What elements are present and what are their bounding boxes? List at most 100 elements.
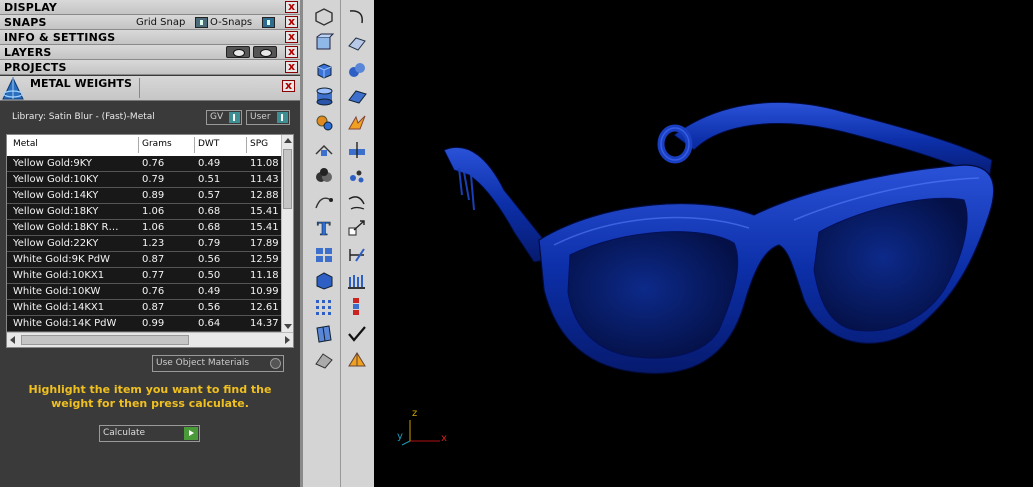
section-layers-title: LAYERS [4,46,52,59]
array-icon[interactable] [311,243,337,265]
grid-array-icon[interactable] [311,295,337,317]
metal-table[interactable]: Metal Grams DWT SPG Yellow Gold:9KY 0.76 0… [6,134,294,348]
spg-cell: 10.99 [250,286,279,297]
section-display-title: DISPLAY [4,1,58,14]
vertical-scrollbar[interactable] [281,135,293,332]
mesh-icon[interactable] [311,348,337,370]
spg-cell: 17.89 [250,238,279,249]
table-row[interactable]: Yellow Gold:18KY 1.06 0.68 15.41 [7,204,283,220]
table-row[interactable]: Yellow Gold:9KY 0.76 0.49 11.08 [7,156,283,172]
surface-icon[interactable] [344,32,370,54]
vertical-scroll-thumb[interactable] [283,149,292,209]
column-header-metal[interactable]: Metal [13,139,38,149]
metal-cell: White Gold:14K PdW [13,318,117,329]
column-header-dwt[interactable]: DWT [198,139,219,149]
column-header-spg[interactable]: SPG [250,139,268,149]
table-row[interactable]: Yellow Gold:10KY 0.79 0.51 11.43 [7,172,283,188]
table-row[interactable]: Yellow Gold:22KY 1.23 0.79 17.89 [7,236,283,252]
section-display[interactable]: DISPLAY x [0,0,300,15]
metal-cell: Yellow Gold:9KY [13,158,92,169]
table-row[interactable]: White Gold:10KW 0.76 0.49 10.99 [7,284,283,300]
horizontal-scroll-thumb[interactable] [21,335,189,345]
text-icon[interactable]: T [311,216,337,241]
dwt-cell: 0.56 [198,254,221,265]
sphere-group-icon[interactable] [344,59,370,81]
close-icon[interactable]: x [285,1,298,13]
stack-icon[interactable] [344,295,370,317]
header-divider [139,78,140,98]
grams-cell: 0.89 [142,190,165,201]
user-check-icon [277,112,288,123]
3d-viewport[interactable]: x y z [374,0,1033,487]
gv-label: GV [210,112,224,122]
solid-icon[interactable] [311,269,337,291]
table-row[interactable]: White Gold:10KX1 0.77 0.50 11.18 [7,268,283,284]
spark-icon[interactable] [344,111,370,133]
gv-toggle[interactable]: GV [206,110,242,125]
scale-icon[interactable] [344,216,370,238]
close-icon[interactable]: x [282,80,295,92]
scroll-left-icon[interactable] [10,336,15,344]
table-body: Yellow Gold:9KY 0.76 0.49 11.08 Yellow Gold:… [7,156,283,332]
boolean-icon[interactable] [311,164,337,186]
table-row[interactable]: White Gold:14K PdW 0.99 0.64 14.37 [7,316,283,332]
bar-chart-icon[interactable] [344,269,370,291]
toolbar-divider [340,0,341,487]
close-icon[interactable]: x [285,31,298,43]
curve-icon[interactable] [344,6,370,28]
table-row[interactable]: White Gold:9K PdW 0.87 0.56 12.59 [7,252,283,268]
metal-cell: White Gold:14KX1 [13,302,105,313]
polygon-icon[interactable] [311,6,337,28]
dwt-cell: 0.57 [198,190,221,201]
spg-cell: 11.43 [250,174,279,185]
metal-cell: Yellow Gold:14KY [13,190,99,201]
measure-icon[interactable] [344,243,370,265]
section-layers[interactable]: LAYERS x [0,45,300,60]
plane-icon[interactable] [344,85,370,107]
metal-weights-logo-icon [2,76,24,100]
arc-icon[interactable] [344,190,370,212]
close-icon[interactable]: x [285,16,298,28]
dwt-cell: 0.49 [198,158,221,169]
dwt-cell: 0.64 [198,318,221,329]
radio-icon[interactable] [270,358,281,369]
pyramid-icon[interactable] [344,348,370,370]
table-row[interactable]: Yellow Gold:14KY 0.89 0.57 12.88 [7,188,283,204]
section-snaps[interactable]: SNAPS Grid Snap O-Snaps x [0,15,300,30]
scroll-up-icon[interactable] [284,138,292,143]
scroll-right-icon[interactable] [285,336,290,344]
calculate-button[interactable]: Calculate [99,425,200,442]
layer-eye-icon[interactable] [253,46,277,58]
grid-snap-toggle[interactable] [195,17,208,28]
split-icon[interactable] [344,138,370,160]
horizontal-scrollbar[interactable] [7,332,293,347]
dots-icon[interactable] [344,164,370,186]
gear-puzzle-icon[interactable] [311,111,337,133]
prism-icon[interactable] [311,322,337,344]
use-object-materials-option[interactable]: Use Object Materials [152,355,284,372]
layer-hide-icon[interactable] [226,46,250,58]
dwt-cell: 0.79 [198,238,221,249]
section-projects[interactable]: PROJECTS x [0,60,300,75]
spg-cell: 12.61 [250,302,279,313]
section-snaps-title: SNAPS [4,16,47,29]
section-info-settings[interactable]: INFO & SETTINGS x [0,30,300,45]
column-header-grams[interactable]: Grams [142,139,172,149]
dwt-cell: 0.68 [198,222,221,233]
dwt-cell: 0.50 [198,270,221,281]
cylinder-icon[interactable] [311,85,337,107]
close-icon[interactable]: x [285,46,298,58]
scroll-down-icon[interactable] [284,324,292,329]
cube-icon[interactable] [311,59,337,81]
user-toggle[interactable]: User [246,110,290,125]
grams-cell: 1.06 [142,222,165,233]
box-edit-icon[interactable] [311,32,337,54]
table-row[interactable]: Yellow Gold:18KY R… 1.06 0.68 15.41 [7,220,283,236]
table-row[interactable]: White Gold:14KX1 0.87 0.56 12.61 [7,300,283,316]
check-icon[interactable] [344,322,370,344]
close-icon[interactable]: x [285,61,298,73]
sunglasses-model[interactable] [374,0,1033,487]
curve-point-icon[interactable] [311,190,337,212]
osnaps-toggle[interactable] [262,17,275,28]
trim-icon[interactable] [311,138,337,160]
